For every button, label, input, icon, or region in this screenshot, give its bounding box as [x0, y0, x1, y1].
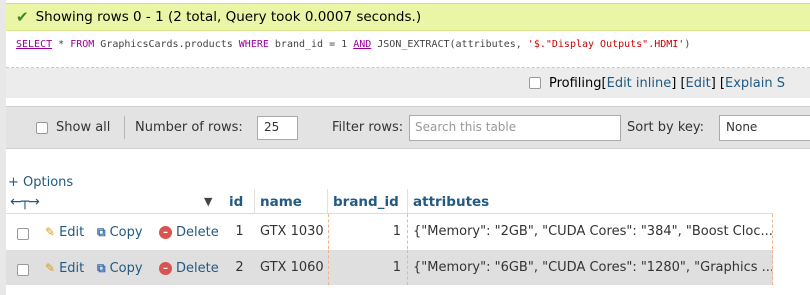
number-of-rows-select[interactable]: 25 [257, 116, 298, 140]
copy-action[interactable]: ⧉ Copy [97, 250, 143, 286]
copy-label: Copy [109, 260, 143, 276]
cell-id[interactable]: 1 [224, 214, 255, 249]
edit-inline-link[interactable]: Edit inline [607, 76, 672, 91]
profiling-checkbox[interactable] [529, 77, 541, 89]
sql-text: JSON_EXTRACT(attributes, [371, 39, 528, 50]
filter-rows-label: Filter rows: [332, 120, 404, 135]
row-select-checkbox[interactable] [17, 264, 29, 276]
sort-by-key-label: Sort by key: [627, 120, 705, 135]
explain-sql-link[interactable]: Explain S [725, 76, 785, 91]
edit-action[interactable]: ✎ Edit [45, 214, 84, 250]
column-header-id[interactable]: id [224, 189, 255, 214]
sql-text: ) [684, 39, 691, 50]
cell-name[interactable]: GTX 1030 [255, 214, 328, 249]
table-row: ✎ Edit ⧉ Copy – Delete 2 GTX 1060 1 {"Me… [6, 250, 773, 286]
column-header-brand-id[interactable]: brand_id [328, 189, 408, 214]
table-row: ✎ Edit ⧉ Copy – Delete 1 GTX 1030 1 {"Me… [6, 214, 773, 250]
sql-keyword-and[interactable]: AND [353, 39, 371, 50]
copy-label: Copy [109, 224, 143, 240]
cell-attributes[interactable]: {"Memory": "6GB", "CUDA Cores": "1280", … [408, 250, 773, 285]
delete-label: Delete [176, 260, 219, 276]
delete-action[interactable]: – Delete [159, 250, 219, 286]
cell-brand-id[interactable]: 1 [328, 250, 408, 285]
edit-link[interactable]: Edit [686, 76, 711, 91]
filter-rows-input[interactable]: Search this table [409, 115, 621, 141]
sql-text: GraphicsCards.products [94, 39, 239, 50]
pencil-icon: ✎ [45, 261, 56, 275]
sql-string: '$."Display Outputs".HDMI' [527, 39, 685, 50]
show-all-control[interactable]: Show all [36, 107, 110, 148]
delete-label: Delete [176, 224, 219, 240]
divider [124, 116, 125, 139]
edit-label: Edit [59, 260, 85, 276]
bracket: ] [ [671, 75, 686, 91]
sql-keyword-where: WHERE [238, 39, 269, 50]
delete-icon: – [159, 261, 172, 275]
copy-action[interactable]: ⧉ Copy [97, 214, 143, 250]
pencil-icon: ✎ [45, 225, 56, 239]
profiling-bar: Profiling [ Edit inline ] [ Edit ] [ Exp… [6, 68, 810, 98]
column-header-attributes[interactable]: attributes [408, 189, 773, 214]
sort-by-key-select[interactable]: None [719, 115, 810, 141]
success-message: ✔ Showing rows 0 - 1 (2 total, Query too… [6, 3, 810, 31]
copy-icon: ⧉ [97, 224, 106, 239]
show-all-label: Show all [56, 120, 111, 135]
cell-name[interactable]: GTX 1060 [255, 250, 328, 285]
copy-icon: ⧉ [97, 260, 106, 275]
row-select-checkbox[interactable] [17, 228, 29, 240]
delete-icon: – [159, 225, 172, 239]
number-of-rows-label: Number of rows: [135, 120, 243, 135]
sql-text: * [52, 39, 71, 50]
bracket: ] [ [710, 75, 725, 91]
success-message-text: Showing rows 0 - 1 (2 total, Query took … [35, 9, 422, 25]
edit-action[interactable]: ✎ Edit [45, 250, 84, 286]
cell-brand-id[interactable]: 1 [328, 214, 408, 249]
column-header-name[interactable]: name [255, 189, 328, 214]
cell-id[interactable]: 2 [224, 250, 255, 285]
show-all-checkbox[interactable] [36, 121, 48, 134]
sql-keyword-from: FROM [70, 39, 95, 50]
options-link[interactable]: + Options [8, 175, 73, 190]
chevron-down-icon[interactable]: ▼ [204, 195, 212, 208]
delete-action[interactable]: – Delete [159, 214, 219, 250]
profiling-label: Profiling [549, 75, 602, 91]
sql-text: brand_id = 1 [268, 39, 354, 50]
checkmark-icon: ✔ [16, 8, 29, 26]
navigation-bar: Show all Number of rows: 25 Filter rows:… [6, 106, 810, 149]
sql-query-display[interactable]: SELECT * FROM GraphicsCards.products WHE… [6, 31, 810, 68]
column-arrows-icon: ←┬→ [10, 194, 40, 210]
cell-attributes[interactable]: {"Memory": "2GB", "CUDA Cores": "384", "… [408, 214, 773, 249]
sql-keyword-select[interactable]: SELECT [16, 39, 52, 50]
edit-label: Edit [59, 224, 85, 240]
